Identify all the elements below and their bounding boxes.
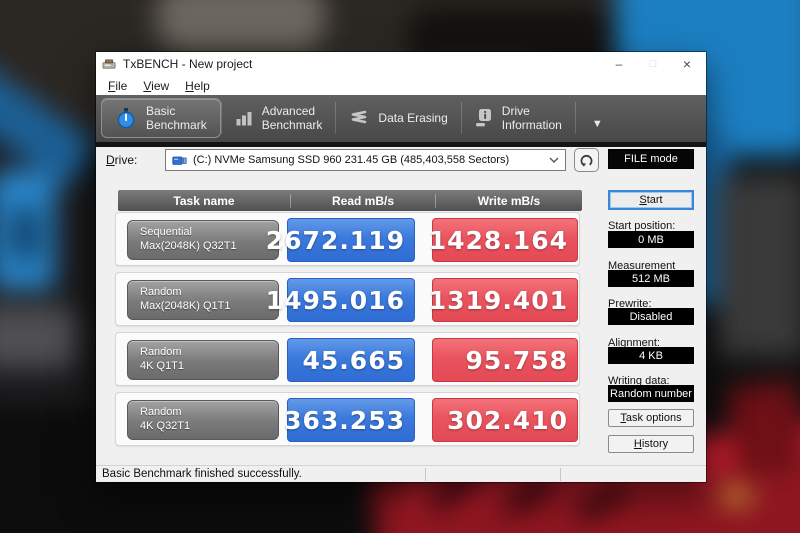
prewrite-value: Disabled	[608, 308, 694, 325]
start-position-value: 0 MB	[608, 231, 694, 248]
tab-bar: Basic Benchmark Advanced Benchmark Data Er…	[96, 95, 706, 142]
task-button[interactable]: Random Max(2048K) Q1T1	[127, 280, 279, 320]
bg-red-right-edge	[726, 380, 800, 478]
tab-label: Advanced Benchmark	[261, 103, 323, 132]
drive-icon	[172, 156, 187, 165]
refresh-button[interactable]	[574, 148, 599, 172]
chevron-down-icon	[549, 157, 559, 163]
alignment-value: 4 KB	[608, 347, 694, 364]
table-header: Task name Read mB/s Write mB/s	[118, 190, 582, 211]
bg-light-patch	[156, 0, 326, 51]
status-divider	[425, 468, 426, 481]
bg-blue-block-detail	[12, 208, 38, 260]
eraser-zigzag-icon	[352, 110, 367, 124]
title-bar[interactable]: TxBENCH - New project – □ ×	[96, 52, 706, 76]
write-value: 95.758	[432, 338, 578, 382]
minimize-button[interactable]: –	[602, 52, 636, 76]
tab-label: Drive Information	[501, 103, 562, 132]
benchmark-row-random-q1t1: Random Max(2048K) Q1T1 1495.016 1319.401	[115, 272, 580, 326]
write-value: 1428.164	[429, 218, 578, 262]
tab-advanced-benchmark[interactable]: Advanced Benchmark	[222, 98, 336, 138]
content-area: Drive: (C:) NVMe Samsung SSD 960 231.45 …	[96, 147, 706, 465]
benchmark-row-random-4k-q1t1: Random 4K Q1T1 45.665 95.758	[115, 332, 580, 386]
txbench-window: TxBENCH - New project – □ × File View He…	[96, 52, 706, 482]
menu-item-view[interactable]: View	[135, 79, 177, 93]
history-button[interactable]: History	[608, 435, 694, 453]
tab-overflow-arrow[interactable]: ▼	[576, 98, 603, 138]
bg-gray-left	[0, 306, 76, 368]
stopwatch-icon	[117, 108, 135, 129]
menu-bar: File View Help	[96, 76, 706, 95]
tab-label: Basic Benchmark	[146, 103, 207, 132]
status-message: Basic Benchmark finished successfully.	[102, 468, 302, 480]
window-controls: – □ ×	[602, 52, 704, 76]
writing-data-value: Random number	[608, 385, 694, 402]
drive-info-icon	[475, 109, 491, 127]
bg-gray-right	[716, 176, 800, 356]
menu-item-file[interactable]: File	[100, 79, 135, 93]
header-read: Read mB/s	[290, 193, 435, 208]
tab-drive-information[interactable]: Drive Information	[462, 98, 575, 138]
read-value: 1495.016	[266, 278, 415, 322]
read-value: 363.253	[284, 398, 415, 442]
benchmark-row-random-4k-q32t1: Random 4K Q32T1 363.253 302.410	[115, 392, 580, 446]
task-button[interactable]: Sequential Max(2048K) Q32T1	[127, 220, 279, 260]
tab-basic-benchmark[interactable]: Basic Benchmark	[101, 98, 221, 138]
measurement-size-value: 512 MB	[608, 270, 694, 287]
bar-chart-icon	[236, 112, 252, 126]
file-mode-button[interactable]: FILE mode	[608, 149, 694, 169]
start-button[interactable]: Start	[608, 190, 694, 210]
task-options-button[interactable]: Task options	[608, 409, 694, 427]
refresh-icon	[580, 154, 593, 167]
close-button[interactable]: ×	[670, 52, 704, 76]
drive-label: Drive:	[106, 153, 138, 167]
status-divider	[560, 468, 561, 481]
write-value: 1319.401	[429, 278, 578, 322]
tab-label: Data Erasing	[378, 110, 448, 125]
task-button[interactable]: Random 4K Q32T1	[127, 400, 279, 440]
header-task-name: Task name	[173, 193, 235, 208]
write-value: 302.410	[432, 398, 578, 442]
app-icon	[102, 58, 116, 69]
header-write: Write mB/s	[435, 193, 582, 208]
benchmark-row-sequential-q32t1: Sequential Max(2048K) Q32T1 2672.119 1428…	[115, 212, 580, 266]
read-value: 45.665	[287, 338, 415, 382]
read-value: 2672.119	[266, 218, 415, 262]
task-button[interactable]: Random 4K Q1T1	[127, 340, 279, 380]
window-title: TxBENCH - New project	[123, 57, 253, 71]
tab-data-erasing[interactable]: Data Erasing	[336, 98, 460, 138]
bg-yellow-sticker	[721, 488, 751, 504]
status-bar: Basic Benchmark finished successfully.	[96, 465, 706, 482]
menu-item-help[interactable]: Help	[177, 79, 218, 93]
drive-selected-value: (C:) NVMe Samsung SSD 960 231.45 GB (485…	[193, 154, 510, 166]
drive-combobox[interactable]: (C:) NVMe Samsung SSD 960 231.45 GB (485…	[165, 149, 566, 171]
maximize-button[interactable]: □	[636, 52, 670, 76]
